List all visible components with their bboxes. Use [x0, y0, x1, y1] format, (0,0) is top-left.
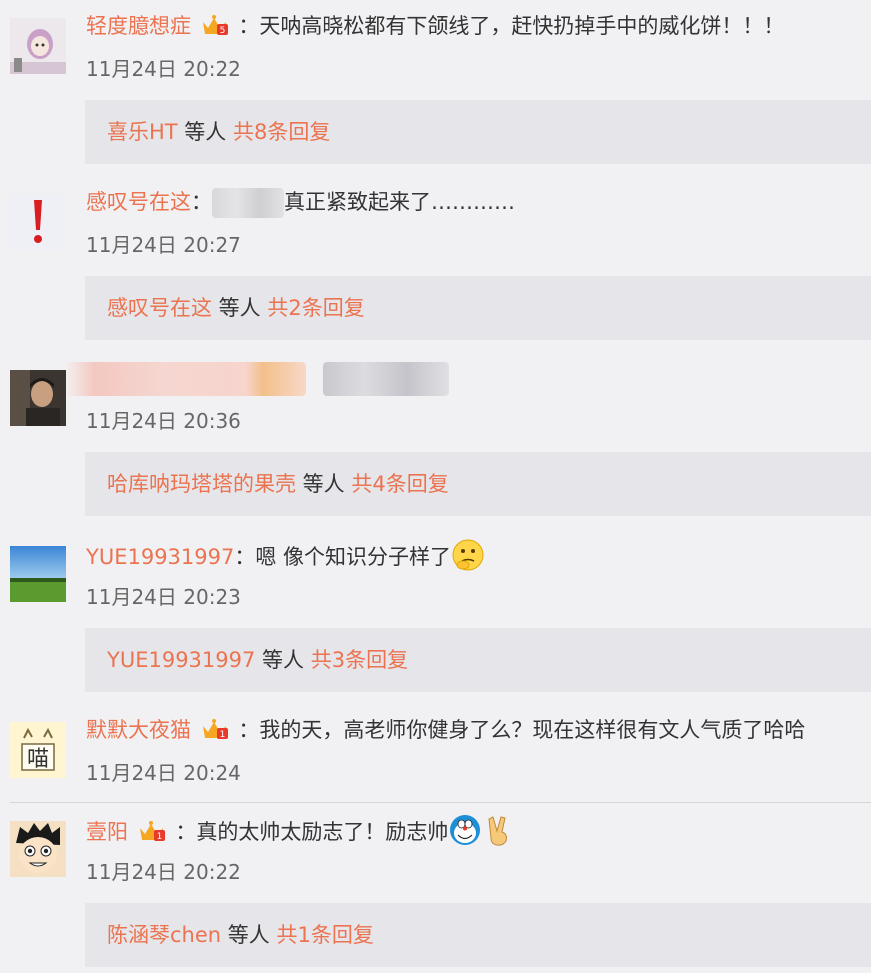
reply-count-link[interactable]: 共8条回复	[233, 120, 330, 144]
avatar[interactable]	[10, 546, 66, 602]
avatar[interactable]	[10, 194, 66, 250]
timestamp: 11月24日 20:22	[86, 57, 241, 81]
comment-text: 我的天，高老师你健身了么？现在这样很有文人气质了哈哈	[259, 718, 806, 742]
vip-crown-icon: 1	[202, 719, 228, 740]
reply-connector: 等人	[212, 296, 268, 320]
username[interactable]: YUE19931997	[86, 545, 234, 569]
colon: ：	[238, 14, 260, 38]
reply-username[interactable]: 陈涵琴chen	[107, 923, 221, 947]
comment-line: YUE19931997：嗯 像个知识分子样了	[86, 538, 861, 573]
svg-text:1: 1	[219, 730, 225, 740]
reply-username[interactable]: 感叹号在这	[107, 296, 212, 320]
username[interactable]: 轻度臆想症	[86, 14, 191, 38]
colon: ：	[191, 190, 212, 214]
reply-username[interactable]: 喜乐HT	[107, 120, 178, 144]
reply-connector: 等人	[255, 648, 311, 672]
reply-summary[interactable]: YUE19931997 等人 共3条回复	[85, 628, 871, 692]
reply-count-link[interactable]: 共4条回复	[351, 472, 448, 496]
colon: ：	[234, 545, 256, 569]
avatar[interactable]: 喵	[10, 722, 66, 778]
username[interactable]: 感叹号在这	[86, 190, 191, 214]
colon: ：	[238, 718, 260, 742]
timestamp: 11月24日 20:36	[86, 409, 241, 433]
reply-count-link[interactable]: 共2条回复	[267, 296, 364, 320]
username[interactable]: 默默大夜猫	[86, 718, 191, 742]
divider	[10, 802, 871, 803]
timestamp: 11月24日 20:24	[86, 761, 241, 785]
reply-connector: 等人	[221, 923, 277, 947]
reply-summary[interactable]: 喜乐HT 等人 共8条回复	[85, 100, 871, 164]
blurred-content	[322, 362, 449, 396]
blurred-username	[66, 362, 306, 396]
comment-line: 轻度臆想症 5 ：天呐高晓松都有下颌线了，赶快扔掉手中的威化饼！！！	[86, 10, 861, 42]
timestamp: 11月24日 20:27	[86, 233, 241, 257]
comment-text: 天呐高晓松都有下颌线了，赶快扔掉手中的威化饼！！！	[259, 14, 785, 38]
timestamp: 11月24日 20:23	[86, 585, 241, 609]
blurred-content	[212, 188, 284, 218]
vip-crown-icon: 5	[202, 15, 228, 36]
comment-text: 嗯 像个知识分子样了	[255, 545, 452, 569]
reply-connector: 等人	[177, 120, 233, 144]
colon: ：	[175, 820, 197, 844]
avatar[interactable]	[10, 18, 66, 74]
comment-line	[66, 362, 861, 396]
reply-summary[interactable]: 陈涵琴chen 等人 共1条回复	[85, 903, 871, 967]
reply-username[interactable]: YUE19931997	[107, 648, 255, 672]
avatar[interactable]	[10, 821, 66, 877]
thinking-face-icon	[452, 539, 484, 571]
doraemon-icon	[450, 815, 481, 845]
comment-line: 默默大夜猫 1 ：我的天，高老师你健身了么？现在这样很有文人气质了哈哈	[86, 714, 861, 746]
comment-text: 真的太帅太励志了！励志帅	[196, 820, 449, 844]
comment-line: 壹阳 1 ：真的太帅太励志了！励志帅	[86, 813, 861, 848]
svg-text:1: 1	[156, 832, 162, 842]
svg-text:5: 5	[219, 26, 225, 36]
username[interactable]: 壹阳	[86, 820, 128, 844]
avatar[interactable]	[10, 370, 66, 426]
comment-text: 真正紧致起来了…………	[284, 190, 515, 214]
reply-count-link[interactable]: 共1条回复	[276, 923, 373, 947]
avatar-glyph: 喵	[27, 747, 49, 772]
reply-summary[interactable]: 哈库呐玛塔塔的果壳 等人 共4条回复	[85, 452, 871, 516]
reply-count-link[interactable]: 共3条回复	[311, 648, 408, 672]
reply-connector: 等人	[296, 472, 352, 496]
reply-summary[interactable]: 感叹号在这 等人 共2条回复	[85, 276, 871, 340]
timestamp: 11月24日 20:22	[86, 860, 241, 884]
comment-line: 感叹号在这： 真正紧致起来了…………	[86, 186, 861, 218]
victory-hand-icon	[488, 816, 508, 846]
vip-crown-icon: 1	[139, 821, 165, 842]
reply-username[interactable]: 哈库呐玛塔塔的果壳	[107, 472, 296, 496]
